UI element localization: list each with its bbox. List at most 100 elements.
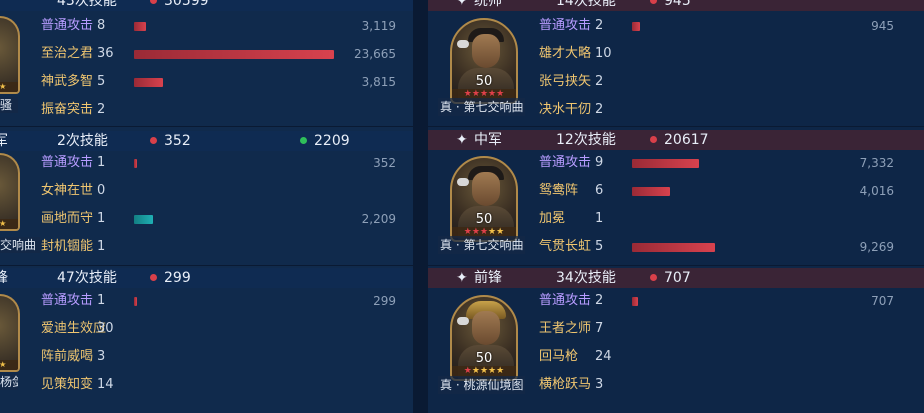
tactic-label: 真 · 第七交响曲 [438, 98, 526, 116]
damage-dot-icon [150, 274, 157, 281]
skill-row[interactable]: 张弓挟矢 2 [539, 72, 894, 92]
cast-count: 30 [97, 321, 114, 336]
damage-bar [632, 22, 640, 31]
damage-total: 30599 [164, 0, 209, 9]
skill-name: 普通攻击 [41, 155, 94, 170]
cast-count: 0 [97, 183, 106, 198]
damage-total: 299 [164, 270, 191, 286]
right-general-1-header: ✦ 统帅 14次技能 945 [428, 0, 924, 11]
right-general-2-header: ✦ 中军 12次技能 20617 [428, 130, 924, 150]
skill-row[interactable]: 封机锢能 1 [41, 237, 396, 257]
general-portrait[interactable]: ★★ [0, 153, 20, 231]
skill-name: 普通攻击 [539, 155, 592, 170]
damage-bar [632, 243, 715, 252]
damage-bar [632, 297, 638, 306]
skill-name: 振奋突击 [41, 102, 94, 117]
tactic-label: 杨剑 [0, 374, 18, 390]
cast-count: 3 [97, 349, 106, 364]
damage-dot-icon [150, 137, 157, 144]
cast-count: 5 [595, 239, 604, 254]
general-portrait[interactable]: ★★ [0, 16, 20, 94]
general-portrait[interactable]: 50 ★★★★★ [450, 295, 518, 381]
portrait-face [472, 311, 500, 345]
skill-row[interactable]: 横枪跃马 3 [539, 375, 894, 395]
skill-name: 普通攻击 [41, 18, 94, 33]
general-portrait[interactable]: 50 ★★★★★ [450, 156, 518, 242]
skill-row[interactable]: 振奋突击 2 [41, 100, 396, 120]
skill-row[interactable]: 见策知变 14 [41, 375, 396, 395]
damage-value: 7,332 [859, 156, 894, 170]
star-rating: ★★ [0, 219, 18, 229]
role-label: 锋 [0, 270, 8, 286]
damage-dot-icon [650, 0, 657, 4]
skill-row[interactable]: 女神在世 0 [41, 181, 396, 201]
skill-row[interactable]: 气贯长虹 5 9,269 [539, 237, 894, 257]
skill-row[interactable]: 鸳鸯阵 6 4,016 [539, 181, 894, 201]
skill-row[interactable]: 普通攻击 9 7,332 [539, 153, 894, 173]
cast-count: 36 [97, 46, 114, 61]
portrait-face [472, 172, 500, 206]
casts-count: 43次技能 [57, 0, 117, 9]
damage-bar [134, 159, 137, 168]
damage-bar [134, 297, 137, 306]
general-portrait[interactable]: ★★ [0, 294, 20, 372]
skill-row[interactable]: 普通攻击 2 945 [539, 16, 894, 36]
damage-total: 20617 [664, 132, 709, 148]
skill-name: 至治之君 [41, 46, 94, 61]
skill-name: 普通攻击 [539, 293, 592, 308]
skill-row[interactable]: 普通攻击 2 707 [539, 291, 894, 311]
skill-row[interactable]: 普通攻击 8 3,119 [41, 16, 396, 36]
cast-count: 1 [595, 211, 604, 226]
skill-name: 女神在世 [41, 183, 94, 198]
skill-name: 气贯长虹 [539, 239, 592, 254]
damage-value: 2,209 [361, 212, 396, 226]
skill-name: 画地而守 [41, 211, 94, 226]
skill-row[interactable]: 爱迪生效应 30 [41, 319, 396, 339]
casts-count: 2次技能 [57, 133, 108, 149]
skill-row[interactable]: 至治之君 36 23,665 [41, 44, 396, 64]
general-portrait[interactable]: 50 ★★★★★ [450, 18, 518, 104]
skill-row[interactable]: 画地而守 1 2,209 [41, 209, 396, 229]
skill-row[interactable]: 决水干仞 2 [539, 100, 894, 120]
tactic-label: 真 · 第七交响曲 [438, 236, 526, 254]
level-label: 50 [475, 74, 493, 89]
skill-row[interactable]: 阵前威喝 3 [41, 347, 396, 367]
cloud-badge-icon [457, 178, 469, 186]
cloud-badge-icon [457, 317, 469, 325]
skill-row[interactable]: 回马枪 24 [539, 347, 894, 367]
cast-count: 1 [97, 211, 106, 226]
skill-row[interactable]: 普通攻击 1 299 [41, 291, 396, 311]
tactic-label: 真 · 桃源仙境图 [438, 376, 526, 394]
skill-row[interactable]: 普通攻击 1 352 [41, 153, 396, 173]
cast-count: 9 [595, 155, 604, 170]
damage-value: 23,665 [354, 47, 396, 61]
cast-count: 24 [595, 349, 612, 364]
left-general-2-header: 军 2次技能 352 2209 [0, 131, 413, 151]
cast-count: 2 [595, 18, 604, 33]
damage-dot-icon [650, 274, 657, 281]
tactic-label: 骚 [0, 97, 18, 113]
skill-name: 封机锢能 [41, 239, 94, 254]
skill-row[interactable]: 雄才大略 10 [539, 44, 894, 64]
left-general-3-header: 锋 47次技能 299 [0, 268, 413, 288]
cast-count: 1 [97, 155, 106, 170]
sparkle-icon: ✦ [456, 132, 468, 148]
cast-count: 6 [595, 183, 604, 198]
casts-count: 34次技能 [556, 270, 616, 286]
tactic-label: 交响曲 [0, 237, 40, 253]
role-label: 前锋 [474, 270, 502, 286]
skill-row[interactable]: 王者之师 7 [539, 319, 894, 339]
cast-count: 14 [97, 377, 114, 392]
cloud-badge-icon [457, 40, 469, 48]
sparkle-icon: ✦ [456, 270, 468, 286]
skill-row[interactable]: 加冕 1 [539, 209, 894, 229]
damage-value: 4,016 [859, 184, 894, 198]
skill-name: 决水干仞 [539, 102, 592, 117]
damage-bar [134, 22, 146, 31]
cast-count: 1 [97, 239, 106, 254]
skill-row[interactable]: 神武多智 5 3,815 [41, 72, 396, 92]
damage-bar [134, 215, 153, 224]
skill-name: 阵前威喝 [41, 349, 94, 364]
portrait-face [472, 34, 500, 68]
casts-count: 14次技能 [556, 0, 616, 9]
